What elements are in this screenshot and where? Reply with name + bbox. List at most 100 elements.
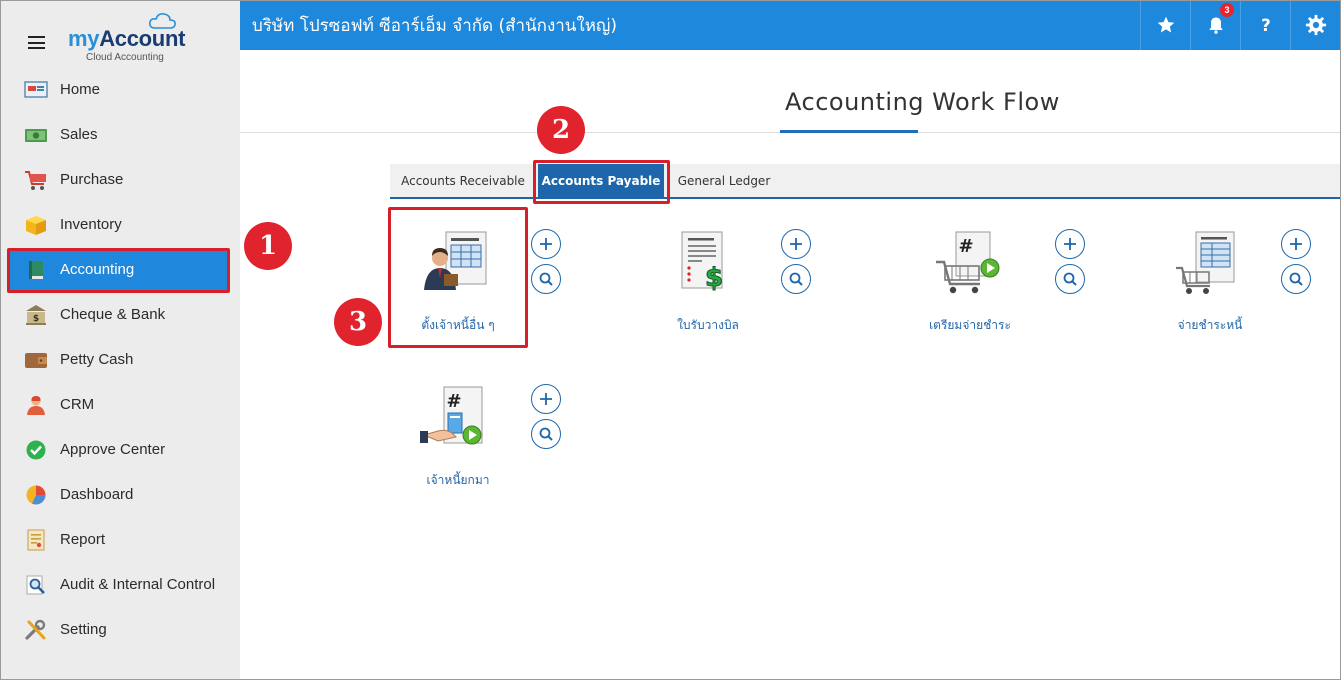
magnifier-icon xyxy=(26,575,45,595)
company-name: บริษัท โปรซอฟท์ ซีอาร์เอ็ม จำกัด (สำนักง… xyxy=(252,16,618,36)
report-icon xyxy=(27,529,45,551)
pie-chart-icon xyxy=(26,485,46,505)
search-icon xyxy=(1289,272,1303,286)
sidebar-item-sales[interactable]: Sales xyxy=(0,113,240,158)
check-icon xyxy=(26,440,46,460)
sidebar-item-label: Purchase xyxy=(60,171,124,188)
sidebar-item-purchase[interactable]: Purchase xyxy=(0,158,240,203)
search-icon xyxy=(539,427,553,441)
highlight-frame xyxy=(388,207,528,348)
step-marker-1: 1 xyxy=(244,222,292,270)
tools-icon xyxy=(25,619,46,640)
tile-debt-payment[interactable]: จ่ายชำระหนี้ xyxy=(1140,210,1280,332)
sidebar-item-approve-center[interactable]: Approve Center xyxy=(0,428,240,473)
plus-icon xyxy=(540,238,552,250)
tab-general-ledger[interactable]: General Ledger xyxy=(670,164,778,197)
bell-icon xyxy=(1208,17,1223,34)
logo-subtitle: Cloud Accounting xyxy=(86,52,164,63)
help-button[interactable]: ? xyxy=(1240,0,1290,50)
tab-accounts-receivable[interactable]: Accounts Receivable xyxy=(390,164,536,197)
sidebar-item-cheque-bank[interactable]: $ Cheque & Bank xyxy=(0,293,240,338)
search-bill-acceptance-button[interactable] xyxy=(781,264,811,294)
logo-my-text: my xyxy=(68,26,100,51)
bank-icon: $ xyxy=(26,305,46,325)
sidebar-item-dashboard[interactable]: Dashboard xyxy=(0,473,240,518)
tile-label: เตรียมจ่ายชำระ xyxy=(929,318,1011,332)
sidebar-item-petty-cash[interactable]: Petty Cash xyxy=(0,338,240,383)
search-debt-payment-button[interactable] xyxy=(1281,264,1311,294)
sidebar-item-label: Accounting xyxy=(60,261,135,278)
sidebar-item-crm[interactable]: CRM xyxy=(0,383,240,428)
sidebar-item-label: Report xyxy=(60,531,106,548)
sidebar-item-label: Home xyxy=(60,81,101,98)
settings-button[interactable] xyxy=(1290,0,1340,50)
plus-icon xyxy=(790,238,802,250)
notification-badge: 3 xyxy=(1220,3,1234,17)
star-icon xyxy=(1157,16,1174,33)
search-icon xyxy=(1063,272,1077,286)
svg-text:#: # xyxy=(958,236,973,257)
book-icon xyxy=(29,261,43,279)
search-other-payable-button[interactable] xyxy=(531,264,561,294)
step-marker-3: 3 xyxy=(334,298,382,346)
sidebar-item-accounting[interactable]: Accounting xyxy=(0,248,240,293)
tile-label: เจ้าหนี้ยกมา xyxy=(426,473,490,487)
tile-prepare-payment[interactable]: # เตรียมจ่ายชำระ xyxy=(900,210,1040,332)
sidebar-item-home[interactable]: Home xyxy=(0,68,240,113)
question-icon: ? xyxy=(1261,16,1271,35)
svg-text:$: $ xyxy=(33,314,39,324)
add-prepare-payment-button[interactable] xyxy=(1055,229,1085,259)
favorite-button[interactable] xyxy=(1140,0,1190,50)
sidebar-item-label: Petty Cash xyxy=(60,351,134,368)
sidebar-item-label: Cheque & Bank xyxy=(60,306,166,323)
add-opening-payable-button[interactable] xyxy=(531,384,561,414)
sidebar-item-label: Audit & Internal Control xyxy=(60,576,216,593)
cart-icon xyxy=(25,171,46,190)
money-icon xyxy=(25,129,47,142)
search-icon xyxy=(539,272,553,286)
wallet-icon xyxy=(25,353,47,368)
page-title: Accounting Work Flow xyxy=(785,88,1060,116)
sidebar-item-label: Inventory xyxy=(60,216,122,233)
add-debt-payment-button[interactable] xyxy=(1281,229,1311,259)
tile-label: จ่ายชำระหนี้ xyxy=(1177,318,1243,332)
svg-text:?: ? xyxy=(1261,16,1271,35)
add-other-payable-button[interactable] xyxy=(531,229,561,259)
tile-label: ใบรับวางบิล xyxy=(677,318,739,332)
sidebar-item-label: Dashboard xyxy=(60,486,134,503)
search-opening-payable-button[interactable] xyxy=(531,419,561,449)
sidebar-item-report[interactable]: Report xyxy=(0,518,240,563)
cart-document-icon xyxy=(1176,231,1235,294)
tile-bill-acceptance[interactable]: $ ใบรับวางบิล xyxy=(638,210,778,332)
sidebar-item-setting[interactable]: Setting xyxy=(0,608,240,653)
tile-opening-payable[interactable]: # เจ้าหนี้ยกมา xyxy=(388,365,528,487)
sidebar: myAccount Cloud Accounting Home Sales Pu… xyxy=(0,0,240,680)
add-bill-acceptance-button[interactable] xyxy=(781,229,811,259)
sidebar-menu: Home Sales Purchase Inventory Accounting… xyxy=(0,68,240,653)
search-icon xyxy=(789,272,803,286)
search-prepare-payment-button[interactable] xyxy=(1055,264,1085,294)
sidebar-item-label: Approve Center xyxy=(60,441,166,458)
title-underline xyxy=(780,130,918,133)
home-icon xyxy=(24,81,48,98)
sidebar-item-label: Sales xyxy=(60,126,98,143)
gear-icon xyxy=(1305,14,1326,36)
menu-toggle-icon[interactable] xyxy=(28,36,45,49)
sidebar-item-audit[interactable]: Audit & Internal Control xyxy=(0,563,240,608)
sidebar-item-inventory[interactable]: Inventory xyxy=(0,203,240,248)
sidebar-item-label: CRM xyxy=(60,396,95,413)
hand-document-icon: # xyxy=(420,386,483,445)
top-bar: บริษัท โปรซอฟท์ ซีอาร์เอ็ม จำกัด (สำนักง… xyxy=(240,0,1341,50)
svg-text:#: # xyxy=(446,391,461,412)
bill-dollar-icon: $ xyxy=(681,231,724,294)
app-logo[interactable]: myAccount Cloud Accounting xyxy=(68,12,188,64)
people-icon xyxy=(27,396,45,415)
logo-account-text: Account xyxy=(99,26,186,51)
highlight-frame xyxy=(533,160,670,204)
notification-button[interactable]: 3 xyxy=(1190,0,1240,50)
cart-play-icon: # xyxy=(936,231,1000,294)
step-marker-2: 2 xyxy=(537,106,585,154)
svg-text:$: $ xyxy=(705,263,723,293)
plus-icon xyxy=(1290,238,1302,250)
plus-icon xyxy=(1064,238,1076,250)
